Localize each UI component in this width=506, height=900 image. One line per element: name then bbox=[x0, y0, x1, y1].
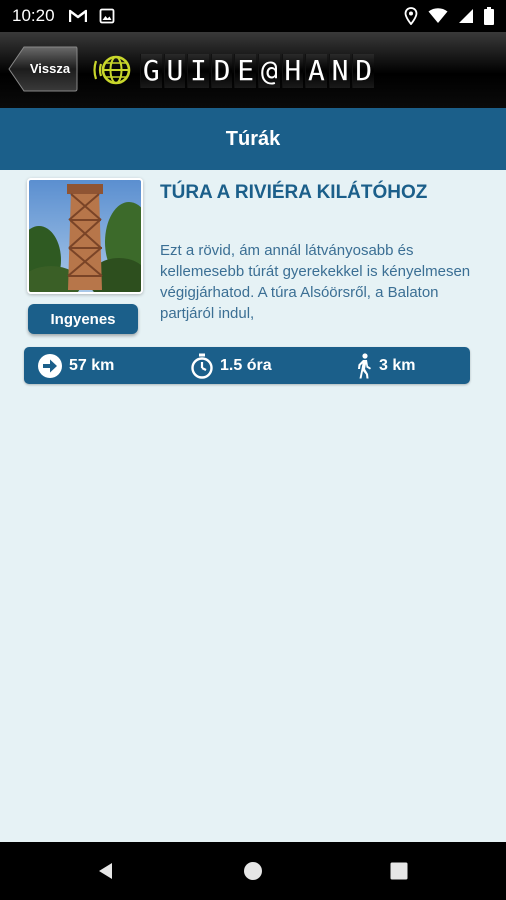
wifi-icon bbox=[428, 8, 448, 23]
app-header: Vissza G U I D E @ H A N D bbox=[0, 32, 506, 108]
tour-title: TÚRA A RIVIÉRA KILÁTÓHOZ bbox=[160, 182, 428, 203]
globe-logo-icon bbox=[93, 55, 131, 85]
walking-value: 3 km bbox=[379, 356, 416, 374]
duration-value: 1.5 óra bbox=[220, 356, 272, 374]
distance-value: 57 km bbox=[69, 356, 115, 374]
logo-char: D bbox=[210, 54, 233, 88]
logo-char: E bbox=[234, 54, 256, 88]
logo-char: D bbox=[352, 54, 374, 88]
stat-distance: 57 km bbox=[37, 347, 114, 384]
logo-char: I bbox=[187, 54, 209, 88]
price-badge[interactable]: Ingyenes bbox=[28, 304, 138, 334]
page-title: Túrák bbox=[0, 108, 506, 170]
back-button[interactable]: Vissza bbox=[8, 46, 78, 92]
back-label: Vissza bbox=[29, 61, 71, 76]
gmail-icon bbox=[68, 9, 87, 22]
logo-char: G bbox=[140, 54, 162, 88]
stat-duration: 1.5 óra bbox=[190, 347, 272, 384]
image-icon bbox=[99, 8, 114, 24]
logo-char: H bbox=[281, 54, 304, 88]
location-icon bbox=[404, 7, 418, 25]
arrow-right-circle-icon bbox=[38, 353, 62, 378]
tour-stats: 57 km 1.5 óra 3 km bbox=[24, 347, 470, 384]
stopwatch-icon bbox=[191, 353, 213, 379]
back-triangle-icon bbox=[99, 863, 112, 879]
system-nav-bar bbox=[0, 842, 506, 900]
logo-char: N bbox=[328, 54, 351, 88]
home-circle-icon bbox=[244, 862, 262, 880]
stat-walking: 3 km bbox=[355, 347, 415, 384]
tour-description: Ezt a rövid, ám annál látványosabb és ke… bbox=[160, 242, 471, 322]
nav-home-button[interactable] bbox=[213, 842, 293, 900]
logo-text: G U I D E @ H A N D bbox=[140, 54, 374, 88]
logo-char: A bbox=[305, 54, 327, 88]
nav-back-button[interactable] bbox=[66, 842, 146, 900]
logo-char: @ bbox=[257, 54, 280, 88]
nav-recents-button[interactable] bbox=[359, 842, 439, 900]
walking-person-icon bbox=[358, 352, 371, 378]
tour-thumbnail bbox=[27, 178, 143, 294]
battery-icon bbox=[484, 7, 494, 25]
status-bar: 10:20 bbox=[0, 0, 506, 32]
signal-icon bbox=[459, 9, 473, 23]
status-time: 10:20 bbox=[12, 6, 55, 25]
tower-image bbox=[29, 180, 141, 292]
recents-square-icon bbox=[390, 862, 408, 880]
logo-char: U bbox=[163, 54, 186, 88]
